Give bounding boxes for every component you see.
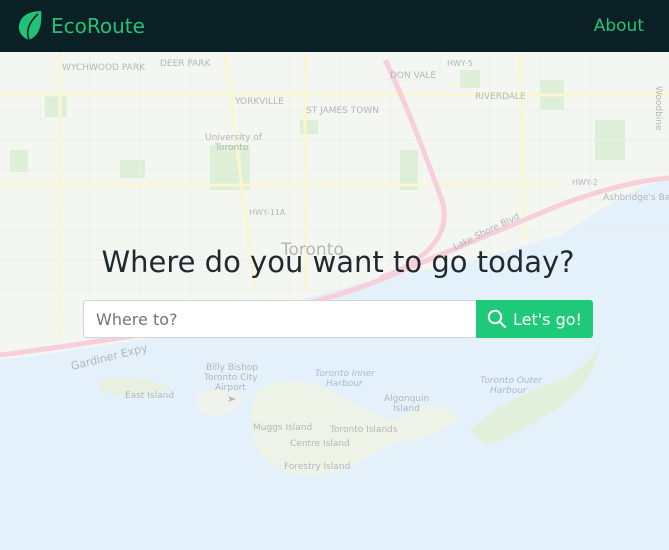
leaf-logo-icon	[18, 11, 42, 41]
search-form: Let's go!	[83, 300, 593, 338]
lets-go-label: Let's go!	[513, 309, 582, 329]
navbar: EcoRoute About	[0, 0, 669, 52]
brand-link[interactable]: EcoRoute	[16, 10, 145, 42]
lets-go-button[interactable]: Let's go!	[476, 300, 593, 338]
search-icon	[487, 309, 507, 329]
hero-title: Where do you want to go today?	[101, 245, 575, 279]
destination-search-input[interactable]	[83, 300, 476, 338]
brand-name: EcoRoute	[51, 14, 145, 38]
nav-about-link[interactable]: About	[594, 16, 644, 36]
